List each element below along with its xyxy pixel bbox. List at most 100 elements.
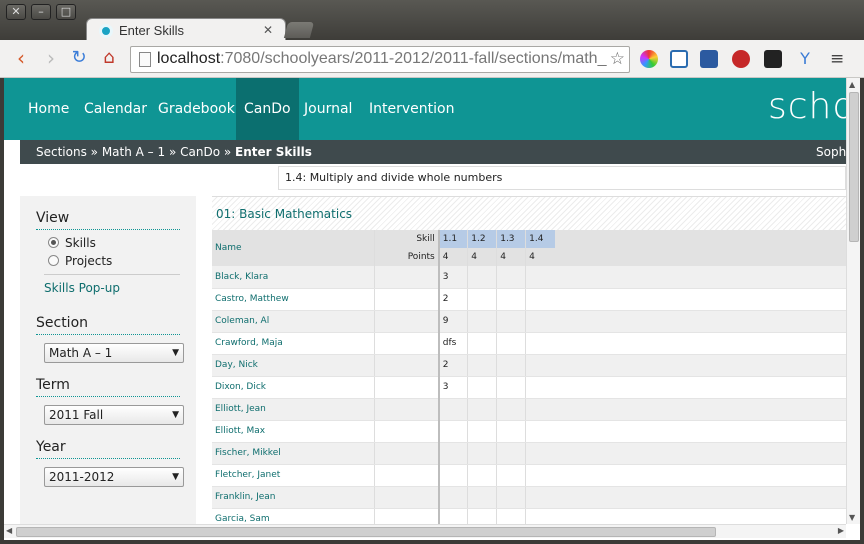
home-icon[interactable]: ⌂ [98,48,120,70]
score-cell[interactable] [525,310,555,333]
minimize-window-button[interactable]: – [31,4,51,20]
reload-icon[interactable]: ↻ [68,48,90,70]
score-cell[interactable] [467,442,497,465]
nav-cando[interactable]: CanDo [236,78,299,140]
y-extension-icon[interactable]: Y [796,50,814,68]
vertical-scrollbar[interactable]: ▲ ▼ [846,78,860,524]
score-cell[interactable] [467,464,497,487]
student-name-link[interactable]: Day, Nick [212,354,375,377]
horizontal-scrollbar[interactable]: ◀ ▶ [4,524,846,538]
score-cell[interactable] [525,332,555,355]
scrollbar-thumb[interactable] [849,92,859,242]
color-picker-extension-icon[interactable] [640,50,658,68]
score-cell[interactable] [437,486,468,509]
student-name-link[interactable]: Black, Klara [212,266,375,289]
skill-header-1-3[interactable]: 1.3 [496,230,526,248]
score-cell[interactable] [437,420,468,443]
section-select[interactable]: Math A – 1 ▼ [44,343,184,363]
score-cell[interactable] [467,288,497,311]
score-cell[interactable] [437,442,468,465]
breadcrumb-section[interactable]: Math A – 1 [102,145,165,159]
bookmark-star-icon[interactable]: ☆ [610,49,625,69]
score-cell[interactable]: 3 [437,376,468,399]
nav-intervention[interactable]: Intervention [361,78,462,140]
view-option-projects[interactable]: Projects [48,254,180,268]
score-cell[interactable] [496,442,526,465]
student-name-link[interactable]: Crawford, Maja [212,332,375,355]
score-cell[interactable] [467,332,497,355]
score-cell[interactable] [525,442,555,465]
score-cell[interactable] [467,376,497,399]
puzzle-extension-icon[interactable] [700,50,718,68]
nav-gradebook[interactable]: Gradebook [150,78,243,140]
menu-icon[interactable]: ≡ [830,50,848,68]
maximize-window-button[interactable]: □ [56,4,76,20]
score-cell[interactable]: 2 [437,354,468,377]
browser-tab-active[interactable]: Enter Skills ✕ [86,18,286,42]
score-cell[interactable] [525,420,555,443]
student-name-link[interactable]: Elliott, Jean [212,398,375,421]
score-cell[interactable] [525,354,555,377]
new-tab-button[interactable] [283,22,315,38]
nav-home[interactable]: Home [20,78,77,140]
score-cell[interactable] [525,398,555,421]
score-cell[interactable] [496,266,526,289]
score-cell[interactable] [525,486,555,509]
score-cell[interactable] [437,398,468,421]
score-cell[interactable] [496,464,526,487]
help-extension-icon[interactable] [764,50,782,68]
scroll-right-icon[interactable]: ▶ [838,526,844,535]
skill-header-1-2[interactable]: 1.2 [467,230,497,248]
view-option-skills[interactable]: Skills [48,236,180,250]
score-cell[interactable] [437,464,468,487]
score-cell[interactable] [496,486,526,509]
score-cell[interactable]: 3 [437,266,468,289]
adblock-extension-icon[interactable] [732,50,750,68]
score-cell[interactable]: 2 [437,288,468,311]
scroll-down-icon[interactable]: ▼ [849,513,855,522]
student-name-link[interactable]: Fletcher, Janet [212,464,375,487]
score-cell[interactable] [525,288,555,311]
scrollbar-thumb[interactable] [16,527,716,537]
name-column-header[interactable]: Name [212,230,375,266]
score-cell[interactable] [467,420,497,443]
student-name-link[interactable]: Elliott, Max [212,420,375,443]
back-icon[interactable]: ‹ [10,48,32,70]
scroll-up-icon[interactable]: ▲ [849,80,855,89]
term-select[interactable]: 2011 Fall ▼ [44,405,184,425]
breadcrumb-cando[interactable]: CanDo [180,145,220,159]
skills-popup-link[interactable]: Skills Pop-up [44,281,180,295]
score-cell[interactable] [467,310,497,333]
score-cell[interactable] [467,266,497,289]
student-name-link[interactable]: Coleman, Al [212,310,375,333]
score-cell[interactable] [525,376,555,399]
score-cell[interactable] [496,332,526,355]
skill-header-1-4[interactable]: 1.4 [525,230,555,248]
breadcrumb-sections[interactable]: Sections [36,145,87,159]
score-cell[interactable] [496,420,526,443]
address-bar[interactable]: localhost:7080/schoolyears/2011-2012/201… [130,46,630,73]
score-cell[interactable]: dfs [437,332,468,355]
score-cell[interactable] [467,354,497,377]
student-name-link[interactable]: Fischer, Mikkel [212,442,375,465]
score-cell[interactable] [496,398,526,421]
close-tab-icon[interactable]: ✕ [263,23,273,37]
nav-calendar[interactable]: Calendar [76,78,155,140]
skill-header-1-1[interactable]: 1.1 [437,230,468,248]
student-name-link[interactable]: Franklin, Jean [212,486,375,509]
score-cell[interactable] [525,464,555,487]
screenshot-extension-icon[interactable] [670,50,688,68]
score-cell[interactable] [496,376,526,399]
score-cell[interactable] [496,354,526,377]
scroll-left-icon[interactable]: ◀ [6,526,12,535]
score-cell[interactable] [467,486,497,509]
score-cell[interactable]: 9 [437,310,468,333]
nav-journal[interactable]: Journal [296,78,360,140]
close-window-button[interactable]: ✕ [6,4,26,20]
year-select[interactable]: 2011-2012 ▼ [44,467,184,487]
radio-selected-icon[interactable] [48,237,59,248]
worksheet-title[interactable]: 01: Basic Mathematics [212,196,846,230]
forward-icon[interactable]: › [40,48,62,70]
student-name-link[interactable]: Castro, Matthew [212,288,375,311]
score-cell[interactable] [467,398,497,421]
